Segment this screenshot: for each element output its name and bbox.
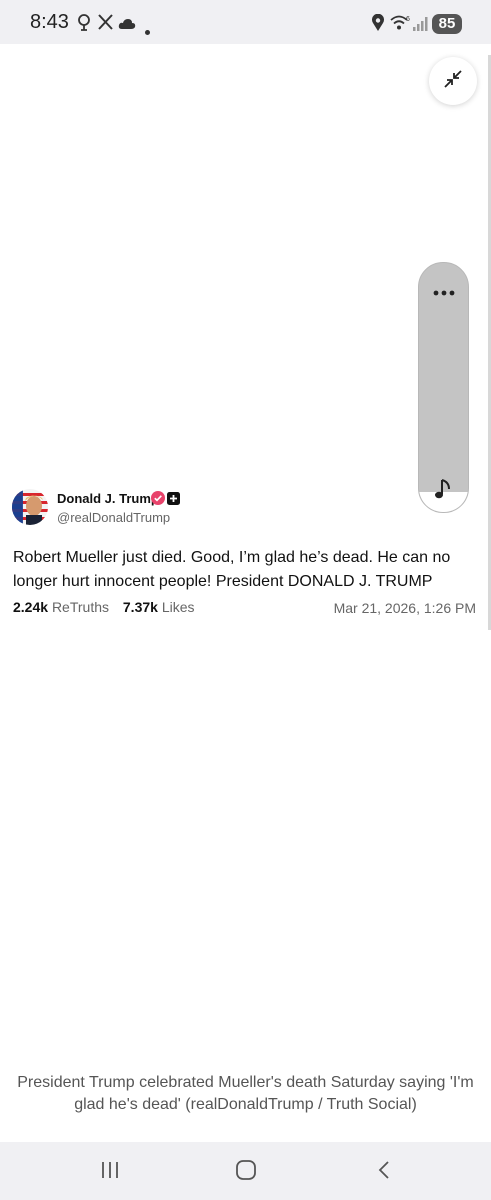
- post-stats: 2.24k ReTruths 7.37k Likes: [13, 599, 195, 615]
- media-side-panel[interactable]: [418, 262, 469, 513]
- retruths-count: 2.24k: [13, 599, 49, 615]
- screen: 8:43 6 85 Donald J. Trump @realDonaldTru…: [0, 0, 491, 1200]
- author-handle[interactable]: @realDonaldTrump: [57, 510, 170, 525]
- battery-indicator: 85: [432, 14, 462, 34]
- retruths-stat[interactable]: 2.24k ReTruths: [13, 599, 109, 615]
- signal-icon: [413, 16, 429, 36]
- wifi-6-icon: 6: [390, 14, 412, 37]
- back-icon[interactable]: [373, 1159, 395, 1186]
- minimize-icon: [443, 69, 463, 94]
- avatar[interactable]: [12, 489, 48, 525]
- dot-icon: [145, 22, 150, 40]
- verified-badge-icon: [151, 491, 165, 510]
- home-icon[interactable]: [235, 1159, 257, 1186]
- plus-badge-icon: [167, 492, 180, 510]
- minimize-button[interactable]: [429, 57, 477, 105]
- more-dots-icon[interactable]: [433, 283, 455, 296]
- post-date: Mar 21, 2026, 1:26 PM: [333, 600, 476, 616]
- navigation-bar: [0, 1142, 491, 1200]
- cloud-icon: [118, 17, 136, 35]
- likes-stat[interactable]: 7.37k Likes: [123, 599, 195, 615]
- status-time: 8:43: [30, 11, 69, 33]
- music-note-icon[interactable]: [434, 478, 454, 505]
- location-pin-icon: [77, 14, 91, 37]
- x-logo-icon: [98, 14, 113, 35]
- retruths-label: ReTruths: [51, 599, 109, 615]
- post-body: Robert Mueller just died. Good, I’m glad…: [13, 549, 451, 590]
- likes-label: Likes: [161, 599, 195, 615]
- recents-icon[interactable]: [99, 1159, 121, 1186]
- author-name[interactable]: Donald J. Trump: [57, 491, 159, 506]
- status-bar: 8:43 6 85: [0, 0, 491, 44]
- location-icon: [371, 13, 385, 37]
- likes-count: 7.37k: [122, 599, 158, 615]
- svg-text:6: 6: [406, 16, 410, 23]
- image-caption: President Trump celebrated Mueller's dea…: [17, 1074, 474, 1113]
